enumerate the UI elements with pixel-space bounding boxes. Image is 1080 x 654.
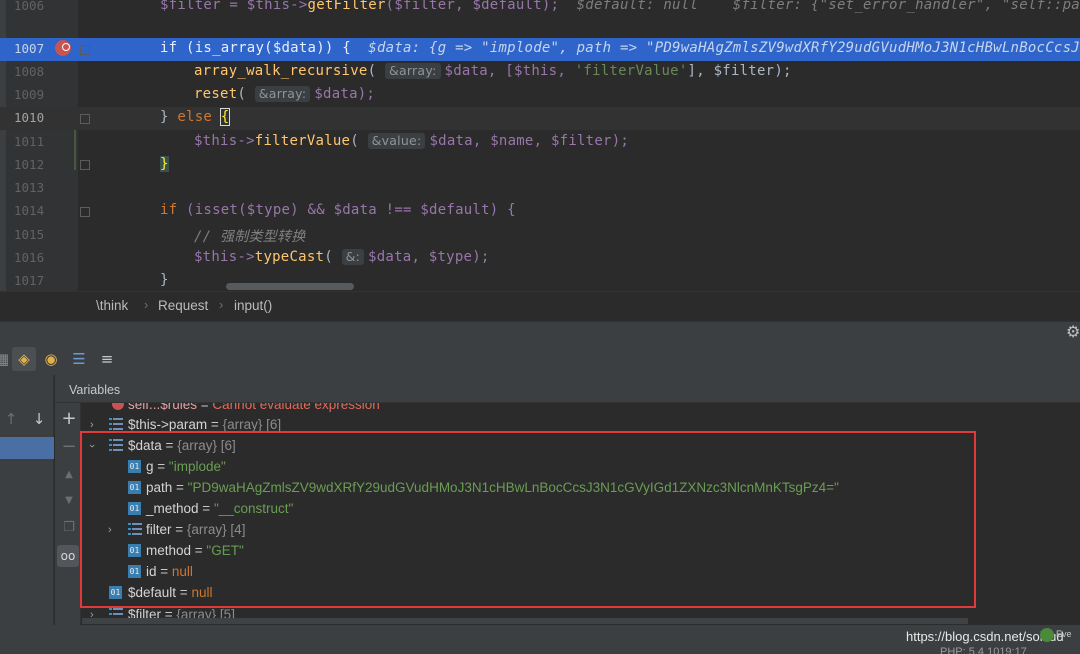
line-number: 1006 xyxy=(14,0,45,13)
code-line[interactable]: 1012 } xyxy=(0,154,1080,177)
variables-title: Variables xyxy=(69,383,121,397)
array-icon xyxy=(109,417,123,432)
line-number: 1016 xyxy=(14,250,45,265)
code-line[interactable]: 1015 // 强制类型转换 xyxy=(0,224,1080,247)
event-log-label[interactable]: Eve xyxy=(1056,629,1072,639)
code-text: reset( &array: $data); xyxy=(194,86,376,102)
code-line[interactable]: 1006 $filter = $this->getFilter($filter,… xyxy=(0,0,1080,18)
inline-debug-value: $data: {g => "implode", path => "PD9waHA… xyxy=(368,40,1080,56)
move-up-icon[interactable]: ▲ xyxy=(58,464,80,486)
fold-marker-icon[interactable] xyxy=(80,207,90,217)
code-text: array_walk_recursive( &array: $data, [$th… xyxy=(194,63,792,79)
code-text: $this->typeCast( &: $data, $type); xyxy=(194,249,490,265)
editor-horizontal-scrollbar[interactable] xyxy=(226,283,354,290)
parameter-hint: &: xyxy=(341,249,365,265)
line-number: 1015 xyxy=(14,227,45,242)
mute-breakpoints-icon[interactable]: ◈ xyxy=(12,347,36,371)
breadcrumb: \think › Request › input() xyxy=(0,291,1080,321)
code-text: } xyxy=(160,272,169,288)
line-number: 1014 xyxy=(14,203,45,218)
watch-icon[interactable]: ◉ xyxy=(39,347,63,371)
error-icon xyxy=(112,403,124,410)
highlight-annotation-box xyxy=(80,431,976,608)
code-line[interactable]: 1009 reset( &array: $data); xyxy=(0,84,1080,107)
caret-line[interactable]: 1010 } else { xyxy=(0,107,1080,130)
parameter-hint: &value: xyxy=(367,133,426,149)
line-number: 1010 xyxy=(14,110,45,125)
code-text: } xyxy=(160,156,169,172)
execution-line[interactable]: 1007 if (is_array($data)) { $data: {g =>… xyxy=(0,38,1080,61)
line-number: 1012 xyxy=(14,157,45,172)
line-number: 1008 xyxy=(14,64,45,79)
fold-marker-icon[interactable] xyxy=(80,45,90,55)
variables-panel-header: Variables xyxy=(55,375,1080,403)
fold-marker-icon[interactable] xyxy=(80,160,90,170)
show-watches-glasses-icon[interactable]: oo xyxy=(57,545,79,567)
breakpoint-icon[interactable] xyxy=(55,40,71,56)
remove-watch-icon[interactable]: − xyxy=(58,436,80,458)
arrow-up-icon[interactable]: ↑ xyxy=(0,408,22,430)
selected-frame[interactable] xyxy=(0,437,54,459)
code-text: } else { xyxy=(160,108,231,126)
parameter-hint: &array: xyxy=(384,63,441,79)
add-watch-icon[interactable]: + xyxy=(58,408,80,430)
status-bar-text: PHP: 5.4 1019:17 xyxy=(940,646,1027,654)
frames-icon[interactable]: ☰ xyxy=(67,347,91,371)
breadcrumb-item-method[interactable]: input() xyxy=(234,298,272,313)
code-line[interactable]: 1014 if (isset($type) && $data !== $defa… xyxy=(0,200,1080,223)
expand-chevron-icon[interactable]: › xyxy=(90,419,94,431)
code-text: if (is_array($data)) { $data: {g => "imp… xyxy=(160,40,1080,56)
move-down-icon[interactable]: ▼ xyxy=(58,490,80,512)
breadcrumb-separator: › xyxy=(144,297,149,312)
code-line[interactable]: 1016 $this->typeCast( &: $data, $type); xyxy=(0,247,1080,270)
line-number: 1011 xyxy=(14,134,45,149)
event-log-icon[interactable] xyxy=(1040,628,1054,642)
matched-brace: } xyxy=(160,156,169,172)
breadcrumb-item-class[interactable]: Request xyxy=(158,298,208,313)
code-line[interactable]: 1008 array_walk_recursive( &array: $data,… xyxy=(0,61,1080,84)
line-number: 1017 xyxy=(14,273,45,288)
code-text: if (isset($type) && $data !== $default) … xyxy=(160,202,516,218)
code-line[interactable]: 1013 xyxy=(0,177,1080,200)
arrow-down-icon[interactable]: ↓ xyxy=(28,408,50,430)
fold-marker-icon[interactable] xyxy=(80,114,90,124)
inline-debug-value: $default: null $filter: {"set_error_hand… xyxy=(576,0,1080,13)
matched-brace: { xyxy=(219,108,231,126)
line-number: 1009 xyxy=(14,87,45,102)
variables-horizontal-scrollbar[interactable] xyxy=(82,618,968,624)
settings-gear-icon[interactable]: ⚙ xyxy=(1066,322,1080,341)
line-number: 1007 xyxy=(14,41,45,56)
code-text: $filter = $this->getFilter($filter, $def… xyxy=(160,0,1080,13)
code-line[interactable]: 1011 $this->filterValue( &value: $data, $… xyxy=(0,131,1080,154)
parameter-hint: &array: xyxy=(254,86,311,102)
breadcrumb-separator: › xyxy=(219,297,224,312)
code-line[interactable]: 1017 } xyxy=(0,270,1080,291)
code-editor[interactable]: 1006 $filter = $this->getFilter($filter,… xyxy=(0,0,1080,291)
code-text: $this->filterValue( &value: $data, $name,… xyxy=(194,133,630,149)
code-text: // 强制类型转换 xyxy=(194,229,306,245)
restore-layout-icon[interactable]: ≡ xyxy=(95,347,119,371)
copy-icon[interactable]: ❐ xyxy=(58,517,80,539)
breadcrumb-item-namespace[interactable]: \think xyxy=(96,298,128,313)
debug-toolbar xyxy=(0,321,1080,375)
line-number: 1013 xyxy=(14,180,45,195)
